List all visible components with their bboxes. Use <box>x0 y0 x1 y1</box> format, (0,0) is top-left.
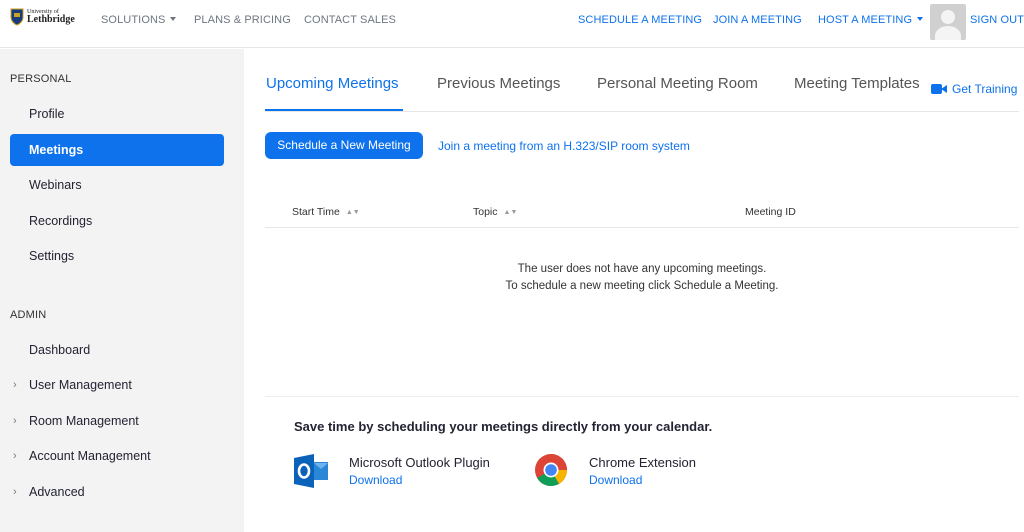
nav-contact-sales[interactable]: CONTACT SALES <box>304 14 396 26</box>
sidebar-item-recordings[interactable]: Recordings <box>10 205 224 237</box>
chevron-down-icon <box>170 17 177 21</box>
tab-personal-meeting-room[interactable]: Personal Meeting Room <box>597 75 758 92</box>
sidebar-section-personal: PERSONAL <box>10 73 72 85</box>
empty-state-line1: The user does not have any upcoming meet… <box>517 263 767 275</box>
sidebar-item-meetings[interactable]: Meetings <box>10 134 224 166</box>
chevron-right-icon: › <box>13 450 17 462</box>
shield-icon <box>10 8 24 26</box>
sidebar-item-profile[interactable]: Profile <box>10 98 224 130</box>
sort-icon: ▲▼ <box>503 209 518 216</box>
tab-upcoming-meetings[interactable]: Upcoming Meetings <box>266 75 399 92</box>
top-navbar: University of Lethbridge SOLUTIONS PLANS… <box>0 0 1024 48</box>
tab-previous-meetings[interactable]: Previous Meetings <box>437 75 560 92</box>
join-h323-sip-link[interactable]: Join a meeting from an H.323/SIP room sy… <box>438 139 690 153</box>
sidebar-item-dashboard[interactable]: Dashboard <box>10 334 224 366</box>
nav-plans-pricing[interactable]: PLANS & PRICING <box>194 14 291 26</box>
table-header-divider <box>265 227 1019 228</box>
chrome-icon <box>535 454 568 487</box>
sidebar-item-webinars[interactable]: Webinars <box>10 169 224 201</box>
column-meeting-id: Meeting ID <box>745 206 796 218</box>
sidebar-item-advanced[interactable]: › Advanced <box>10 476 224 508</box>
outlook-download-link[interactable]: Download <box>349 473 402 487</box>
chrome-download-link[interactable]: Download <box>589 473 642 487</box>
column-topic[interactable]: Topic ▲▼ <box>473 206 517 218</box>
get-training-link[interactable]: Get Training <box>931 82 1017 96</box>
sort-icon: ▲▼ <box>345 209 360 216</box>
sidebar-item-user-management[interactable]: › User Management <box>10 369 224 401</box>
sidebar-item-settings[interactable]: Settings <box>10 240 224 272</box>
schedule-new-meeting-button[interactable]: Schedule a New Meeting <box>265 132 423 159</box>
column-start-time[interactable]: Start Time ▲▼ <box>292 206 360 218</box>
nav-host-meeting[interactable]: HOST A MEETING <box>818 14 924 26</box>
logo-line2: Lethbridge <box>27 14 75 25</box>
nav-sign-out[interactable]: SIGN OUT <box>970 14 1024 26</box>
chevron-right-icon: › <box>13 379 17 391</box>
university-logo[interactable]: University of Lethbridge <box>10 8 75 26</box>
sidebar-item-room-management[interactable]: › Room Management <box>10 405 224 437</box>
nav-schedule-meeting[interactable]: SCHEDULE A MEETING <box>578 14 702 26</box>
calendar-section-title: Save time by scheduling your meetings di… <box>294 419 713 434</box>
sidebar: PERSONAL Profile Meetings Webinars Recor… <box>0 49 244 532</box>
nav-solutions[interactable]: SOLUTIONS <box>101 14 177 26</box>
sidebar-section-admin: ADMIN <box>10 309 47 321</box>
empty-state-line2: To schedule a new meeting click Schedule… <box>505 280 779 292</box>
chrome-extension-name: Chrome Extension <box>589 455 696 470</box>
chevron-right-icon: › <box>13 415 17 427</box>
active-tab-indicator <box>265 109 403 111</box>
video-camera-icon <box>931 84 947 94</box>
outlook-plugin-name: Microsoft Outlook Plugin <box>349 455 490 470</box>
outlook-icon <box>294 454 328 488</box>
tabs-divider <box>265 111 1019 112</box>
chevron-down-icon <box>917 17 924 21</box>
avatar[interactable] <box>930 4 966 40</box>
chevron-right-icon: › <box>13 486 17 498</box>
nav-join-meeting[interactable]: JOIN A MEETING <box>713 14 802 26</box>
tab-meeting-templates[interactable]: Meeting Templates <box>794 75 920 92</box>
sidebar-item-account-management[interactable]: › Account Management <box>10 440 224 472</box>
